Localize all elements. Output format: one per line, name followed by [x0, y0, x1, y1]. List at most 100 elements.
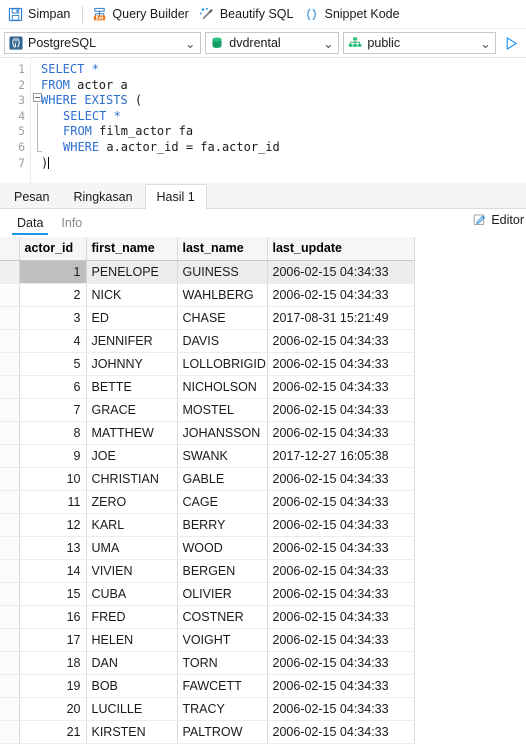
table-cell-first_name[interactable]: JENNIFER — [86, 329, 178, 353]
table-row[interactable]: 16 FRED COSTNER 2006-02-15 04:34:33 — [0, 605, 415, 629]
column-header-first_name[interactable]: first_name — [86, 237, 178, 261]
table-cell-last_update[interactable]: 2006-02-15 04:34:33 — [267, 421, 415, 445]
table-row[interactable]: 10 CHRISTIAN GABLE 2006-02-15 04:34:33 — [0, 467, 415, 491]
code-snippet-button[interactable]: Snippet Kode — [300, 3, 406, 26]
table-cell-last_name[interactable]: VOIGHT — [177, 628, 268, 652]
table-cell-actor_id[interactable]: 3 — [19, 306, 87, 330]
table-cell-last_update[interactable]: 2006-02-15 04:34:33 — [267, 651, 415, 675]
table-cell-actor_id[interactable]: 14 — [19, 559, 87, 583]
table-cell-last_update[interactable]: 2006-02-15 04:34:33 — [267, 628, 415, 652]
table-cell-first_name[interactable]: ED — [86, 306, 178, 330]
table-row[interactable]: 2 NICK WAHLBERG 2006-02-15 04:34:33 — [0, 283, 415, 307]
table-cell-actor_id[interactable]: 1 — [19, 260, 87, 284]
table-cell-first_name[interactable]: JOHNNY — [86, 352, 178, 376]
table-cell-first_name[interactable]: JOE — [86, 444, 178, 468]
table-cell-last_update[interactable]: 2006-02-15 04:34:33 — [267, 605, 415, 629]
table-cell-last_name[interactable]: NICHOLSON — [177, 375, 268, 399]
table-row[interactable]: 21 KIRSTEN PALTROW 2006-02-15 04:34:33 — [0, 720, 415, 744]
table-cell-last_name[interactable]: COSTNER — [177, 605, 268, 629]
database-select[interactable]: dvdrental ⌄ — [205, 32, 340, 54]
query-builder-button[interactable]: Ent Query Builder — [88, 3, 195, 26]
table-cell-first_name[interactable]: HELEN — [86, 628, 178, 652]
table-cell-actor_id[interactable]: 6 — [19, 375, 87, 399]
table-cell-last_name[interactable]: TRACY — [177, 697, 268, 721]
table-cell-last_name[interactable]: JOHANSSON — [177, 421, 268, 445]
table-cell-last_update[interactable]: 2006-02-15 04:34:33 — [267, 329, 415, 353]
table-cell-last_update[interactable]: 2006-02-15 04:34:33 — [267, 674, 415, 698]
run-query-button[interactable] — [500, 32, 522, 54]
result-tab-pesan[interactable]: Pesan — [2, 184, 62, 208]
table-cell-last_name[interactable]: OLIVIER — [177, 582, 268, 606]
table-cell-first_name[interactable]: CUBA — [86, 582, 178, 606]
table-cell-last_name[interactable]: LOLLOBRIGID. — [177, 352, 268, 376]
table-cell-last_update[interactable]: 2017-08-31 15:21:49 — [267, 306, 415, 330]
table-row[interactable]: 11 ZERO CAGE 2006-02-15 04:34:33 — [0, 490, 415, 514]
driver-select[interactable]: PostgreSQL ⌄ — [4, 32, 202, 54]
table-cell-first_name[interactable]: MATTHEW — [86, 421, 178, 445]
table-cell-actor_id[interactable]: 8 — [19, 421, 87, 445]
row-header-cell[interactable] — [0, 329, 20, 353]
row-header-cell[interactable] — [0, 559, 20, 583]
row-header-cell[interactable] — [0, 697, 20, 721]
table-cell-actor_id[interactable]: 13 — [19, 536, 87, 560]
table-row[interactable]: 17 HELEN VOIGHT 2006-02-15 04:34:33 — [0, 628, 415, 652]
table-cell-last_update[interactable]: 2006-02-15 04:34:33 — [267, 536, 415, 560]
grid-editor-button[interactable]: Editor — [473, 213, 524, 227]
sql-code[interactable]: 1 SELECT * 2 FROM actor a 3 WHERE EXISTS (4 SE… — [0, 58, 526, 183]
table-cell-last_name[interactable]: WOOD — [177, 536, 268, 560]
table-row[interactable]: 6 BETTE NICHOLSON 2006-02-15 04:34:33 — [0, 375, 415, 399]
table-cell-first_name[interactable]: UMA — [86, 536, 178, 560]
table-cell-last_name[interactable]: FAWCETT — [177, 674, 268, 698]
table-cell-last_update[interactable]: 2006-02-15 04:34:33 — [267, 283, 415, 307]
sub-tab-data[interactable]: Data — [8, 210, 52, 236]
beautify-sql-button[interactable]: Beautify SQL — [196, 3, 301, 26]
table-cell-last_name[interactable]: SWANK — [177, 444, 268, 468]
sub-tab-info[interactable]: Info — [52, 210, 91, 236]
table-cell-actor_id[interactable]: 21 — [19, 720, 87, 744]
row-header-cell[interactable] — [0, 398, 20, 422]
table-cell-first_name[interactable]: LUCILLE — [86, 697, 178, 721]
row-header-cell[interactable] — [0, 674, 20, 698]
table-cell-actor_id[interactable]: 2 — [19, 283, 87, 307]
table-row[interactable]: 20 LUCILLE TRACY 2006-02-15 04:34:33 — [0, 697, 415, 721]
table-cell-last_update[interactable]: 2006-02-15 04:34:33 — [267, 582, 415, 606]
table-cell-last_name[interactable]: DAVIS — [177, 329, 268, 353]
table-cell-first_name[interactable]: KARL — [86, 513, 178, 537]
chevron-down-icon[interactable]: ⌄ — [182, 36, 198, 51]
table-cell-last_update[interactable]: 2017-12-27 16:05:38 — [267, 444, 415, 468]
table-cell-first_name[interactable]: PENELOPE — [86, 260, 178, 284]
row-header-cell[interactable] — [0, 306, 20, 330]
table-cell-actor_id[interactable]: 19 — [19, 674, 87, 698]
table-cell-actor_id[interactable]: 7 — [19, 398, 87, 422]
row-header-cell[interactable] — [0, 720, 20, 744]
row-header-cell[interactable] — [0, 444, 20, 468]
column-header-last_update[interactable]: last_update — [267, 237, 415, 261]
table-row[interactable]: 19 BOB FAWCETT 2006-02-15 04:34:33 — [0, 674, 415, 698]
table-cell-last_name[interactable]: MOSTEL — [177, 398, 268, 422]
table-row[interactable]: 5 JOHNNY LOLLOBRIGID. 2006-02-15 04:34:33 — [0, 352, 415, 376]
table-cell-actor_id[interactable]: 11 — [19, 490, 87, 514]
table-cell-actor_id[interactable]: 17 — [19, 628, 87, 652]
table-cell-first_name[interactable]: BETTE — [86, 375, 178, 399]
table-cell-last_update[interactable]: 2006-02-15 04:34:33 — [267, 398, 415, 422]
table-cell-last_update[interactable]: 2006-02-15 04:34:33 — [267, 697, 415, 721]
table-cell-last_update[interactable]: 2006-02-15 04:34:33 — [267, 467, 415, 491]
table-cell-first_name[interactable]: DAN — [86, 651, 178, 675]
row-header-cell[interactable] — [0, 260, 20, 284]
table-cell-last_update[interactable]: 2006-02-15 04:34:33 — [267, 559, 415, 583]
table-cell-last_name[interactable]: CAGE — [177, 490, 268, 514]
table-row[interactable]: 13 UMA WOOD 2006-02-15 04:34:33 — [0, 536, 415, 560]
schema-select[interactable]: public ⌄ — [343, 32, 497, 54]
table-cell-last_update[interactable]: 2006-02-15 04:34:33 — [267, 490, 415, 514]
row-header-corner[interactable] — [0, 237, 20, 261]
column-header-last_name[interactable]: last_name — [177, 237, 268, 261]
table-row[interactable]: 18 DAN TORN 2006-02-15 04:34:33 — [0, 651, 415, 675]
row-header-cell[interactable] — [0, 582, 20, 606]
table-cell-actor_id[interactable]: 20 — [19, 697, 87, 721]
row-header-cell[interactable] — [0, 490, 20, 514]
table-cell-first_name[interactable]: VIVIEN — [86, 559, 178, 583]
table-cell-actor_id[interactable]: 9 — [19, 444, 87, 468]
row-header-cell[interactable] — [0, 628, 20, 652]
table-cell-actor_id[interactable]: 4 — [19, 329, 87, 353]
row-header-cell[interactable] — [0, 536, 20, 560]
